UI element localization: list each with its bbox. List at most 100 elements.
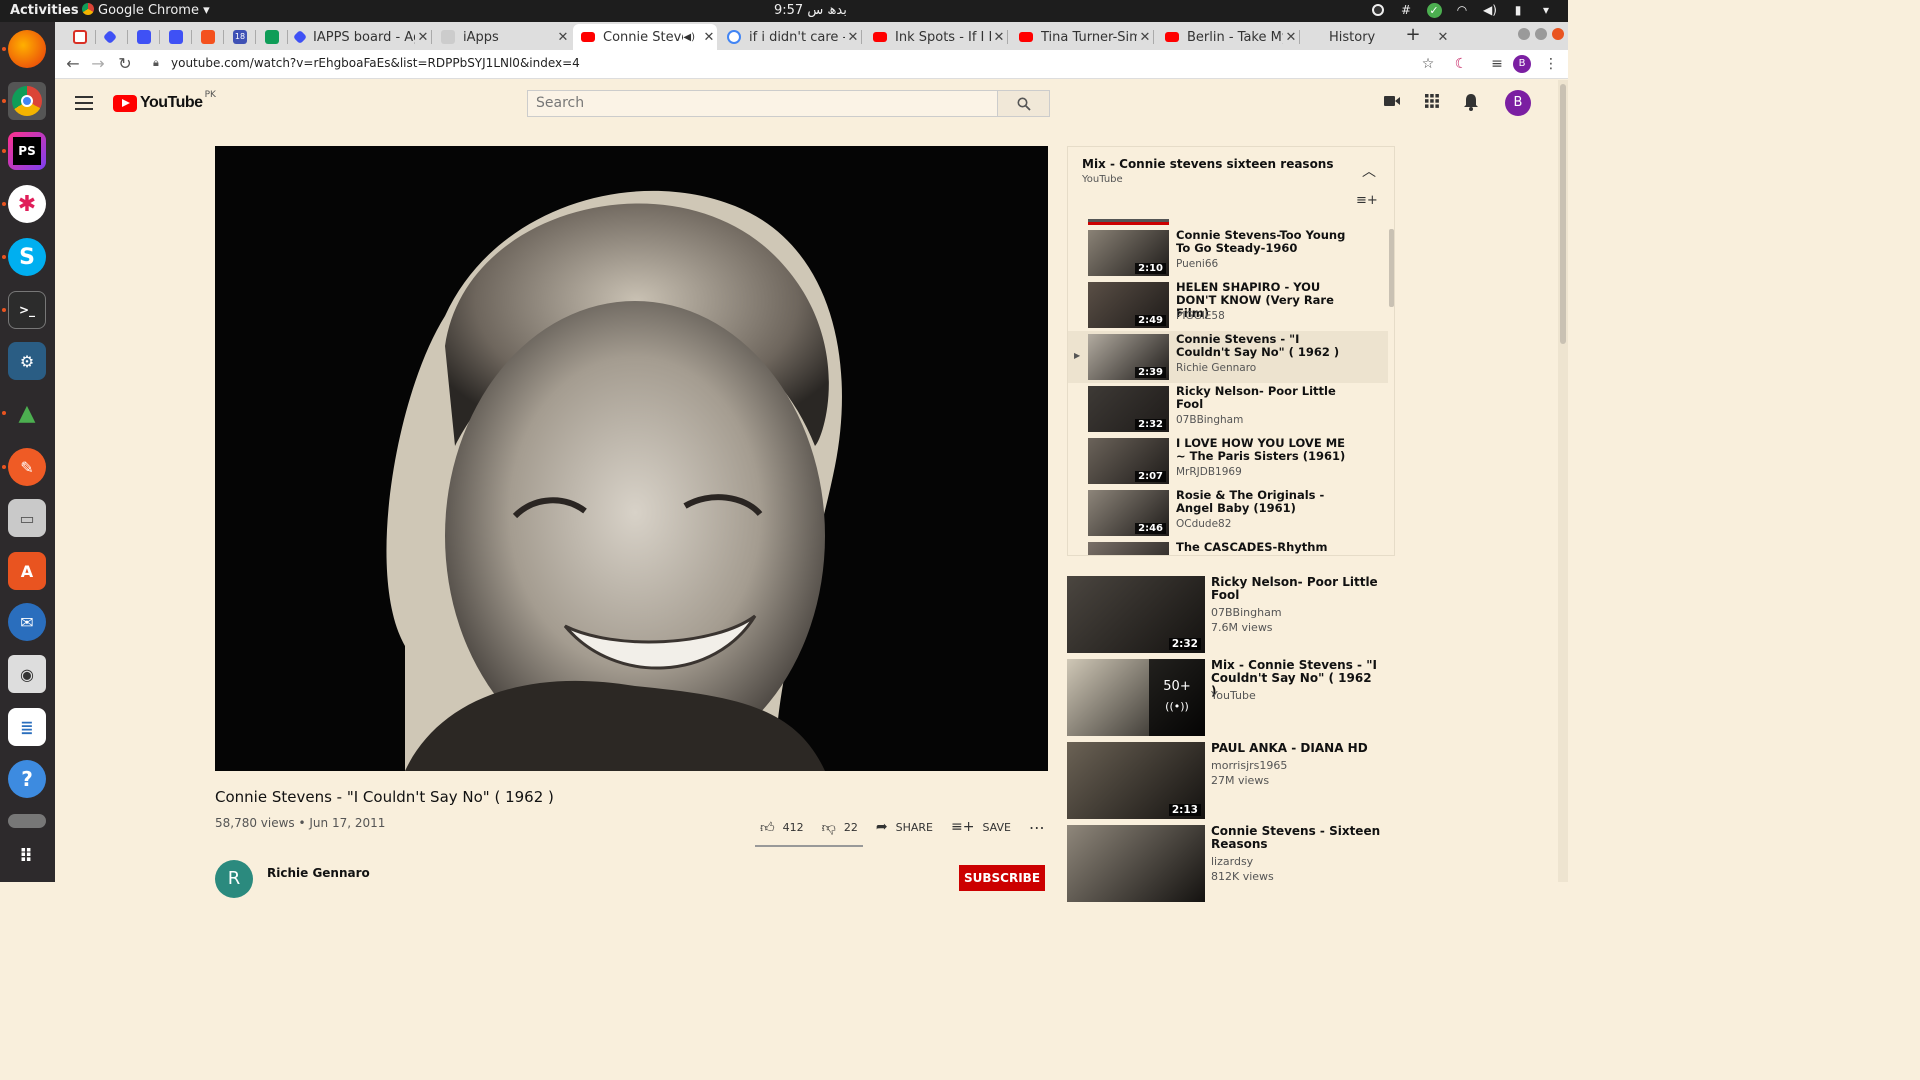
page-scrollbar[interactable] [1558,80,1568,882]
recommended-video-title[interactable]: Connie Stevens - Sixteen Reasons [1211,825,1381,851]
chevron-down-icon[interactable]: ▾ [1538,2,1554,18]
libreoffice-writer-icon[interactable]: ≣ [8,708,46,746]
minimize-icon[interactable] [1518,28,1530,40]
more-vert-icon[interactable]: ⋮ [1541,54,1561,74]
chevron-up-icon[interactable]: ︿ [1362,161,1376,181]
search-input[interactable]: Search [527,90,998,117]
more-actions-icon[interactable]: ⋯ [1029,818,1046,837]
lock-icon[interactable]: 🔒︎ [153,56,159,70]
tab-app-4[interactable] [193,24,224,50]
playlist-item[interactable]: 2:10 Connie Stevens-Too Young To Go Stead… [1068,227,1388,279]
dislike-button[interactable]: 👎︎ 22 [822,819,858,836]
check-icon[interactable]: ✓ [1426,2,1442,18]
firefox-icon[interactable] [8,30,46,68]
battery-icon[interactable]: ▮ [1510,2,1526,18]
close-icon[interactable]: ✕ [845,30,861,45]
audio-playing-icon[interactable]: ◀) [683,32,695,43]
share-button[interactable]: ➦ SHARE [876,819,933,835]
media-controls-icon[interactable]: ≡ [1487,54,1507,74]
tab-app-1[interactable] [97,24,128,50]
close-icon[interactable]: ✕ [1283,30,1299,45]
trash-icon[interactable] [8,814,46,828]
bookmark-star-icon[interactable]: ☆ [1418,54,1438,74]
recommended-video[interactable]: 2:13 PAUL ANKA - DIANA HD morrisjrs1965 27M… [1067,742,1397,820]
search-button[interactable] [998,90,1050,117]
wifi-icon[interactable]: ◠ [1454,2,1470,18]
tab-ink-spots[interactable]: Ink Spots - If I Dic✕ [865,24,1008,50]
tab-calendar[interactable]: 18 [225,24,256,50]
postman-icon[interactable]: ✎ [8,448,46,486]
tab-app-3[interactable] [161,24,192,50]
back-icon[interactable]: ← [63,54,83,74]
playlist-item[interactable]: 2:46 Rosie & The Originals - Angel Baby (… [1068,487,1388,539]
volume-icon[interactable]: ◀) [1482,2,1498,18]
close-icon[interactable]: ✕ [1137,30,1153,45]
save-button[interactable]: ≡+ SAVE [951,819,1011,835]
playlist-scrollbar[interactable] [1389,229,1394,307]
show-applications-icon[interactable]: ⠿ [8,838,46,876]
playlist-item[interactable]: 2:07 I LOVE HOW YOU LOVE ME ~ The Paris S… [1068,435,1388,487]
close-icon[interactable]: ✕ [991,30,1007,45]
tab-sheets[interactable] [257,24,288,50]
tab-history[interactable]: History ✕ [1321,24,1451,50]
new-tab-button[interactable]: + [1402,24,1424,45]
subscribe-button[interactable]: SUBSCRIBE [959,865,1045,891]
add-to-queue-icon[interactable]: ≡+ [1356,193,1378,208]
playlist-item-title[interactable]: I LOVE HOW YOU LOVE ME ~ The Paris Siste… [1176,437,1346,463]
thunderbird-icon[interactable]: ✉ [8,603,46,641]
app-menu[interactable]: Google Chrome ▾ [82,3,210,18]
tab-iapps[interactable]: iApps ✕ [433,24,571,50]
create-video-icon[interactable] [1382,93,1402,113]
system-tray[interactable]: # ✓ ◠ ◀) ▮ ▾ [1370,2,1554,18]
recommended-video-title[interactable]: PAUL ANKA - DIANA HD [1211,742,1381,755]
playlist-item-title[interactable]: Connie Stevens - "I Couldn't Say No" ( 1… [1176,333,1346,359]
address-bar[interactable]: 🔒︎ youtube.com/watch?v=rEhgboaFaEs&list=… [143,52,1443,76]
extension-icon[interactable]: ☾ [1451,54,1471,74]
menu-icon[interactable] [75,96,93,110]
clock[interactable]: 9:57 بدھ س [774,3,847,18]
close-icon[interactable]: ✕ [701,30,717,45]
activities-button[interactable]: Activities [10,3,79,18]
tab-berlin[interactable]: Berlin - Take My B✕ [1157,24,1300,50]
recommended-video[interactable]: Connie Stevens - Sixteen Reasons lizardsy… [1067,825,1397,903]
like-button[interactable]: 👍︎ 412 [760,819,804,836]
tab-google-search[interactable]: if i didn't care - G✕ [719,24,862,50]
forward-icon[interactable]: → [88,54,108,74]
reload-icon[interactable]: ↻ [115,54,135,74]
playlist-item[interactable]: 2:32 Ricky Nelson- Poor Little Fool 07BBin… [1068,383,1388,435]
tab-app-2[interactable] [129,24,160,50]
tab-tina-turner[interactable]: Tina Turner-Simp✕ [1011,24,1154,50]
slack-icon[interactable]: # [1398,2,1414,18]
playlist-item-title[interactable]: The CASCADES-Rhythm Of the [1176,541,1346,556]
url-text[interactable]: youtube.com/watch?v=rEhgboaFaEs&list=RDP… [171,56,580,70]
channel-name[interactable]: Richie Gennaro [267,866,370,880]
video-player[interactable] [215,146,1048,771]
playlist-item-title[interactable]: Ricky Nelson- Poor Little Fool [1176,385,1346,411]
recommended-video[interactable]: 50+ ((•)) Mix - Connie Stevens - "I Couldn… [1067,659,1397,737]
playlist-item[interactable]: The CASCADES-Rhythm Of the [1068,539,1388,556]
playlist-item[interactable]: 2:49 HELEN SHAPIRO - YOU DON'T KNOW (Very… [1068,279,1388,331]
profile-avatar[interactable]: B [1513,54,1533,74]
notifications-bell-icon[interactable] [1461,93,1481,113]
chrome-icon[interactable] [8,82,46,120]
maximize-icon[interactable] [1535,28,1547,40]
close-window-icon[interactable] [1552,28,1564,40]
playlist-item-title[interactable]: Connie Stevens-Too Young To Go Steady-19… [1176,229,1346,255]
slack-icon[interactable]: ✱ [8,185,46,223]
close-icon[interactable]: ✕ [1435,30,1451,45]
recommended-video[interactable]: 2:32 Ricky Nelson- Poor Little Fool 07BBin… [1067,576,1397,654]
rhythmbox-icon[interactable]: ◉ [8,655,46,693]
youtube-logo[interactable]: YouTube PK [113,90,216,112]
playlist-title[interactable]: Mix - Connie stevens sixteen reasons [1082,157,1334,171]
tab-iapps-board[interactable]: IAPPS board - Ag ✕ [287,24,432,50]
apps-grid-icon[interactable] [1422,93,1442,113]
close-icon[interactable]: ✕ [415,30,431,45]
phpstorm-icon[interactable]: PS [8,132,46,170]
playlist-item-partial[interactable] [1068,219,1388,225]
help-icon[interactable]: ? [8,760,46,798]
rocket-icon[interactable]: ▲ [8,394,46,432]
channel-avatar[interactable]: R [215,860,253,898]
skype-icon[interactable]: S [8,238,46,276]
files-icon[interactable]: ▭ [8,499,46,537]
tab-gmail[interactable] [65,24,96,50]
